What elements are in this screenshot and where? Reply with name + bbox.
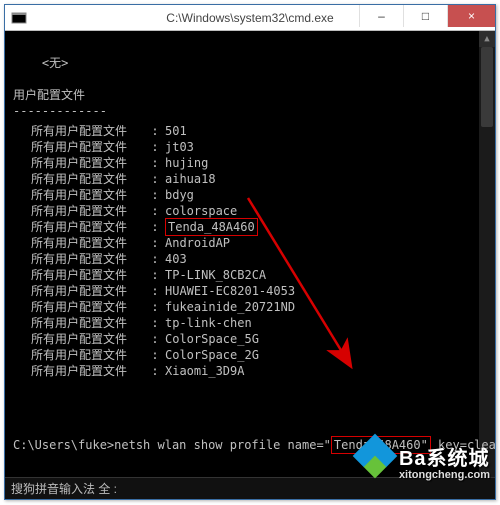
- profile-label: 所有用户配置文件: [13, 251, 145, 267]
- profile-row: 所有用户配置文件:bdyg: [13, 187, 495, 203]
- profile-label: 所有用户配置文件: [13, 315, 145, 331]
- profile-value: ColorSpace_2G: [165, 347, 259, 363]
- ime-text: 搜狗拼音输入法 全 :: [11, 480, 117, 497]
- profile-label: 所有用户配置文件: [13, 155, 145, 171]
- profile-row: 所有用户配置文件:HUAWEI-EC8201-4053: [13, 283, 495, 299]
- profile-separator: :: [145, 347, 165, 363]
- profile-row: 所有用户配置文件:hujing: [13, 155, 495, 171]
- console-output[interactable]: <无> 用户配置文件 ------------- 所有用户配置文件:501所有用…: [13, 39, 495, 469]
- profile-value: bdyg: [165, 187, 194, 203]
- profile-label: 所有用户配置文件: [13, 123, 145, 139]
- profile-label: 所有用户配置文件: [13, 267, 145, 283]
- profile-separator: :: [145, 219, 165, 235]
- profile-value: tp-link-chen: [165, 315, 252, 331]
- section-underline: -------------: [13, 104, 107, 118]
- profile-value: 403: [165, 251, 187, 267]
- profile-value: hujing: [165, 155, 208, 171]
- profile-label: 所有用户配置文件: [13, 299, 145, 315]
- profile-value: jt03: [165, 139, 194, 155]
- profile-label: 所有用户配置文件: [13, 331, 145, 347]
- profile-label: 所有用户配置文件: [13, 283, 145, 299]
- window-buttons: – □ ×: [359, 5, 495, 27]
- profile-value: Tenda_48A460: [165, 219, 258, 235]
- profile-row: 所有用户配置文件:colorspace: [13, 203, 495, 219]
- profile-label: 所有用户配置文件: [13, 171, 145, 187]
- profile-separator: :: [145, 139, 165, 155]
- profile-row: 所有用户配置文件:tp-link-chen: [13, 315, 495, 331]
- profile-label: 所有用户配置文件: [13, 219, 145, 235]
- profile-label: 所有用户配置文件: [13, 187, 145, 203]
- profile-value: aihua18: [165, 171, 216, 187]
- profile-row: 所有用户配置文件:fukeainide_20721ND: [13, 299, 495, 315]
- profile-row: 所有用户配置文件:aihua18: [13, 171, 495, 187]
- profile-list: 所有用户配置文件:501所有用户配置文件:jt03所有用户配置文件:hujing…: [13, 123, 495, 379]
- highlighted-profile: Tenda_48A460: [165, 218, 258, 236]
- close-button[interactable]: ×: [447, 5, 495, 27]
- profile-row: 所有用户配置文件:TP-LINK_8CB2CA: [13, 267, 495, 283]
- profile-row: 所有用户配置文件:ColorSpace_2G: [13, 347, 495, 363]
- profile-separator: :: [145, 203, 165, 219]
- profile-separator: :: [145, 123, 165, 139]
- profile-label: 所有用户配置文件: [13, 347, 145, 363]
- profile-row: 所有用户配置文件:Xiaomi_3D9A: [13, 363, 495, 379]
- profile-separator: :: [145, 331, 165, 347]
- profile-separator: :: [145, 235, 165, 251]
- window-title: C:\Windows\system32\cmd.exe: [166, 11, 333, 25]
- command-after: key=clear: [431, 438, 495, 452]
- minimize-button[interactable]: –: [359, 5, 403, 27]
- profile-separator: :: [145, 299, 165, 315]
- none-line: <无>: [13, 56, 68, 70]
- profile-separator: :: [145, 363, 165, 379]
- profile-value: AndroidAP: [165, 235, 230, 251]
- command-before: netsh wlan show profile name=": [114, 438, 331, 452]
- profile-separator: :: [145, 251, 165, 267]
- profile-value: HUAWEI-EC8201-4053: [165, 283, 295, 299]
- maximize-button[interactable]: □: [403, 5, 447, 27]
- ime-status-bar[interactable]: 搜狗拼音输入法 全 :: [5, 477, 495, 499]
- profile-row: 所有用户配置文件:ColorSpace_5G: [13, 331, 495, 347]
- profile-row: 所有用户配置文件:AndroidAP: [13, 235, 495, 251]
- profile-row: 所有用户配置文件:501: [13, 123, 495, 139]
- profile-value: colorspace: [165, 203, 237, 219]
- section-heading: 用户配置文件: [13, 88, 85, 102]
- command-highlight: Tenda_48A460": [331, 436, 431, 454]
- profile-value: TP-LINK_8CB2CA: [165, 267, 266, 283]
- command-line[interactable]: C:\Users\fuke>netsh wlan show profile na…: [13, 437, 495, 453]
- profile-value: 501: [165, 123, 187, 139]
- profile-row: 所有用户配置文件:403: [13, 251, 495, 267]
- profile-separator: :: [145, 171, 165, 187]
- profile-separator: :: [145, 187, 165, 203]
- profile-separator: :: [145, 267, 165, 283]
- profile-value: fukeainide_20721ND: [165, 299, 295, 315]
- profile-value: ColorSpace_5G: [165, 331, 259, 347]
- cmd-window: C:\Windows\system32\cmd.exe – □ × ▲ ▼ <无…: [4, 4, 496, 500]
- prompt: C:\Users\fuke>: [13, 438, 114, 452]
- profile-label: 所有用户配置文件: [13, 139, 145, 155]
- profile-separator: :: [145, 155, 165, 171]
- titlebar[interactable]: C:\Windows\system32\cmd.exe – □ ×: [5, 5, 495, 31]
- profile-separator: :: [145, 283, 165, 299]
- profile-row: 所有用户配置文件:Tenda_48A460: [13, 219, 495, 235]
- profile-label: 所有用户配置文件: [13, 235, 145, 251]
- profile-label: 所有用户配置文件: [13, 363, 145, 379]
- profile-label: 所有用户配置文件: [13, 203, 145, 219]
- system-menu-icon[interactable]: [11, 10, 27, 26]
- profile-row: 所有用户配置文件:jt03: [13, 139, 495, 155]
- profile-separator: :: [145, 315, 165, 331]
- profile-value: Xiaomi_3D9A: [165, 363, 244, 379]
